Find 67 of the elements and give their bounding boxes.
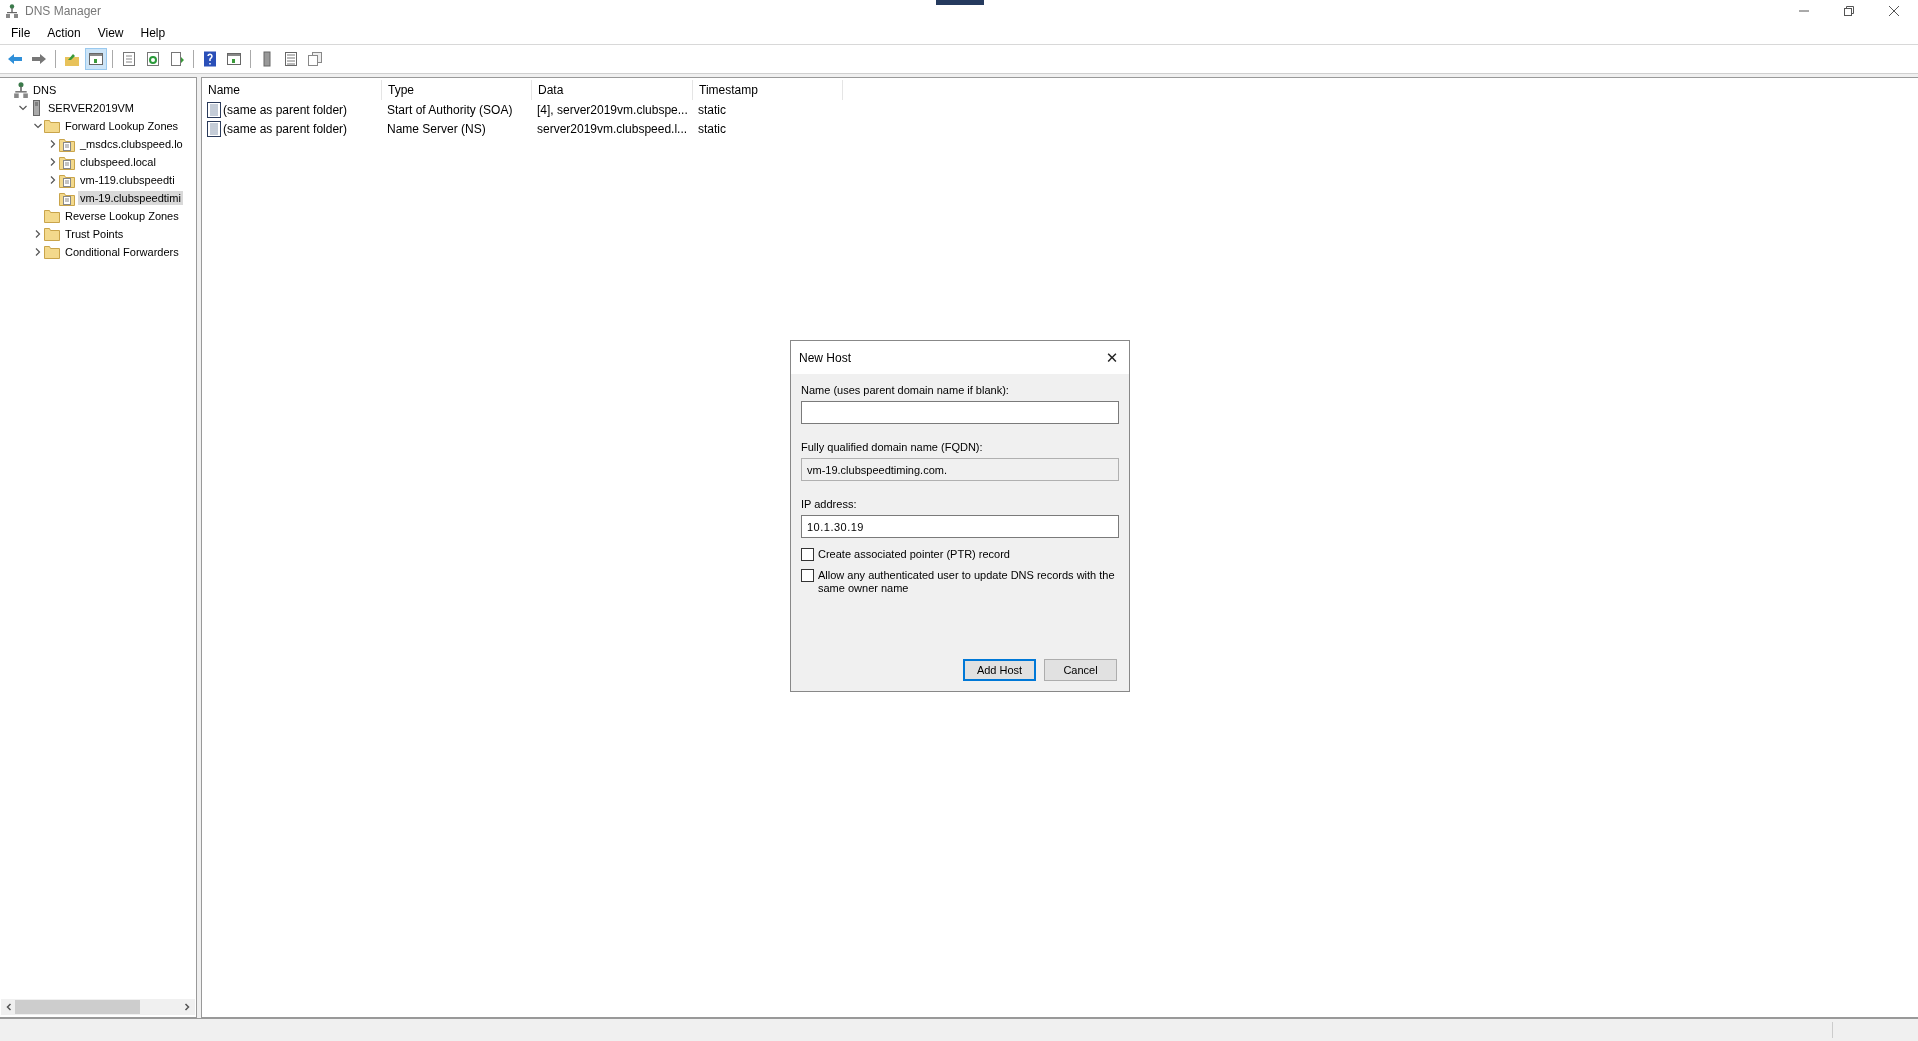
tree-item[interactable]: Forward Lookup Zones xyxy=(63,119,181,133)
table-cell: Start of Authority (SOA) xyxy=(387,102,513,117)
column-header[interactable]: Name xyxy=(202,80,382,100)
dns-icon xyxy=(14,82,28,98)
folder-icon xyxy=(44,119,60,133)
record-icon xyxy=(207,101,221,118)
field-label: Name (uses parent domain name if blank): xyxy=(801,384,1010,396)
dialog-title: New Host xyxy=(799,350,851,365)
tree-item[interactable]: DNS xyxy=(31,83,59,97)
chevron-down-icon[interactable] xyxy=(18,104,27,112)
input-field[interactable] xyxy=(801,401,1119,424)
tree-item[interactable]: vm-119.clubspeedti xyxy=(78,173,177,187)
zone-file-icon xyxy=(59,154,75,170)
menu-item[interactable]: File xyxy=(4,24,38,42)
add-host-button[interactable]: Add Host xyxy=(963,659,1036,681)
console-tree-icon[interactable] xyxy=(85,48,107,70)
column-header[interactable]: Type xyxy=(382,80,532,100)
tree-item[interactable]: SERVER2019VM xyxy=(46,101,136,115)
close-icon[interactable] xyxy=(1888,5,1900,17)
tree-item[interactable]: clubspeed.local xyxy=(78,155,158,169)
restore-icon[interactable] xyxy=(1843,5,1855,17)
close-button[interactable]: ✕ xyxy=(1095,342,1129,373)
horizontal-scrollbar[interactable] xyxy=(1,999,195,1015)
table-cell: (same as parent folder) xyxy=(223,121,348,136)
tree-item[interactable]: Conditional Forwarders xyxy=(63,245,181,259)
chevron-right-icon[interactable] xyxy=(33,248,42,256)
folder-icon xyxy=(44,227,60,241)
tree-item[interactable]: _msdcs.clubspeed.lo xyxy=(78,137,185,151)
table-cell: (same as parent folder) xyxy=(223,102,348,117)
table-cell: server2019vm.clubspeed.l... xyxy=(537,121,688,136)
chevron-down-icon[interactable] xyxy=(33,122,42,130)
table-cell: Name Server (NS) xyxy=(387,121,486,136)
connection-bar xyxy=(936,0,984,5)
checkbox-label: Allow any authenticated user to update DNS records with the same owner name xyxy=(818,569,1116,595)
dns-manager-icon xyxy=(6,4,18,18)
scroll-left-icon[interactable] xyxy=(5,1003,13,1011)
zone-file-icon xyxy=(59,190,75,206)
tree-item[interactable]: Trust Points xyxy=(63,227,126,241)
input-field[interactable]: 10.1.30.19 xyxy=(801,515,1119,538)
chevron-right-icon[interactable] xyxy=(48,158,57,166)
folder-icon xyxy=(44,209,60,223)
checkbox[interactable] xyxy=(801,569,814,582)
window-title: DNS Manager xyxy=(25,4,102,18)
cancel-button[interactable]: Cancel xyxy=(1044,659,1117,681)
zone-file-icon xyxy=(59,172,75,188)
chevron-right-icon[interactable] xyxy=(48,140,57,148)
checkbox-label: Create associated pointer (PTR) record xyxy=(818,548,1010,561)
chevron-right-icon[interactable] xyxy=(48,176,57,184)
chevron-right-icon[interactable] xyxy=(33,230,42,238)
folder-icon xyxy=(44,245,60,259)
menu-item[interactable]: Help xyxy=(133,24,173,42)
field-label: IP address: xyxy=(801,498,858,510)
menu-item[interactable]: Action xyxy=(40,24,88,42)
record-icon xyxy=(207,120,221,137)
scroll-right-icon[interactable] xyxy=(183,1003,191,1011)
input-field[interactable]: vm-19.clubspeedtiming.com. xyxy=(801,458,1119,481)
checkbox[interactable] xyxy=(801,548,814,561)
table-cell: static xyxy=(698,121,726,136)
table-cell: static xyxy=(698,102,726,117)
tree-item[interactable]: vm-19.clubspeedtimi xyxy=(78,191,183,205)
menu-item[interactable]: View xyxy=(90,24,131,42)
table-cell: [4], server2019vm.clubspe... xyxy=(537,102,688,117)
column-header[interactable]: Timestamp xyxy=(693,80,843,100)
column-header[interactable]: Data xyxy=(532,80,693,100)
field-label: Fully qualified domain name (FQDN): xyxy=(801,441,984,453)
zone-file-icon xyxy=(59,136,75,152)
tree-item[interactable]: Reverse Lookup Zones xyxy=(63,209,181,223)
